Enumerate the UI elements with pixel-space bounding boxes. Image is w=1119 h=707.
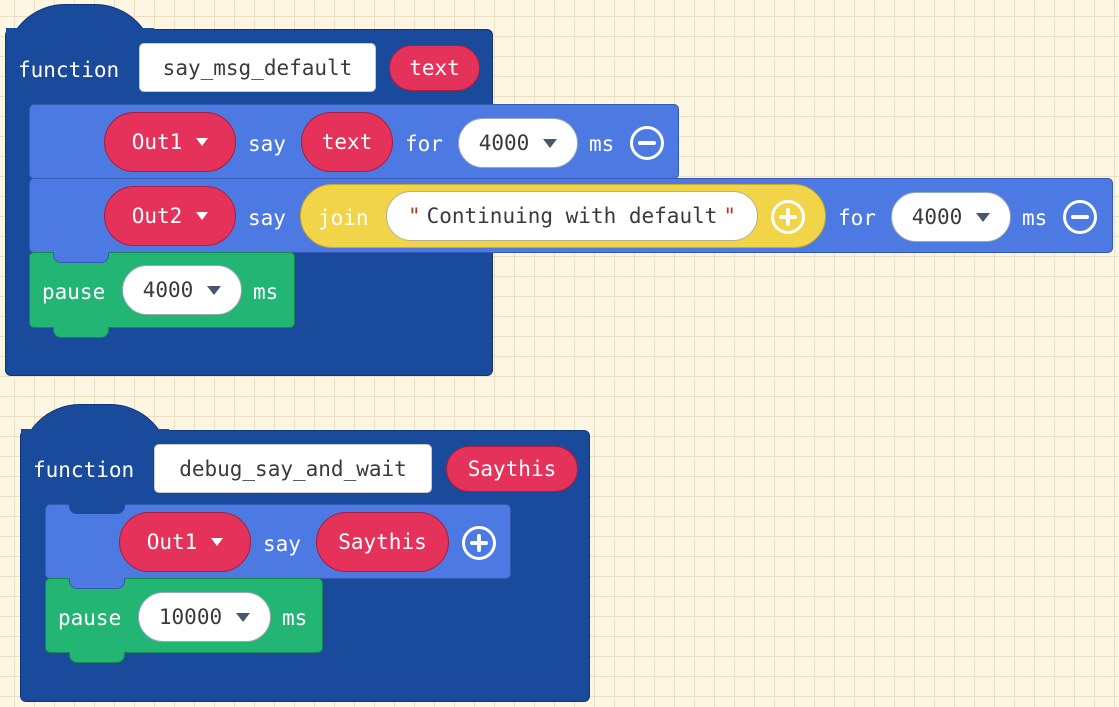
function-hat-joint (21, 429, 169, 435)
say-label: say (248, 132, 286, 156)
for-label: for (838, 206, 876, 230)
join-label: join (318, 206, 369, 230)
say-value-pill[interactable]: Saythis (316, 512, 449, 572)
plus-circle-icon[interactable] (462, 526, 496, 560)
output-target-dropdown[interactable]: Out2 (104, 186, 236, 246)
string-literal-pill[interactable]: " Continuing with default " (386, 191, 758, 241)
dropdown-caret-icon (976, 212, 991, 222)
pause-label: pause (42, 280, 106, 304)
string-value: Continuing with default (426, 204, 718, 228)
function-name-field[interactable]: say_msg_default (139, 43, 376, 92)
dropdown-caret-icon (207, 285, 222, 295)
duration-value: 10000 (158, 605, 223, 629)
output-target-dropdown[interactable]: Out1 (104, 112, 236, 172)
function-name-field[interactable]: debug_say_and_wait (154, 444, 432, 493)
output-target-dropdown[interactable]: Out1 (119, 512, 251, 572)
unit-label: ms (589, 132, 615, 156)
duration-dropdown[interactable]: 4000 (891, 192, 1011, 242)
plus-circle-icon[interactable] (771, 200, 805, 234)
statement-notch (69, 578, 125, 589)
duration-dropdown[interactable]: 4000 (458, 118, 578, 168)
statement-notch-socket (69, 504, 125, 514)
pause-label: pause (58, 606, 122, 630)
function-keyword: function (33, 458, 135, 482)
minus-circle-icon[interactable] (630, 126, 664, 160)
dropdown-caret-icon (236, 612, 251, 622)
close-quote: " (723, 204, 737, 228)
duration-value: 4000 (142, 278, 194, 302)
unit-label: ms (282, 606, 308, 630)
say-value-pill[interactable]: text (301, 112, 393, 172)
duration-value: 4000 (478, 131, 530, 155)
minus-circle-icon[interactable] (1063, 200, 1097, 234)
pause-notch (53, 327, 109, 338)
function-parameter-pill[interactable]: text (389, 45, 480, 91)
duration-value: 4000 (911, 205, 963, 229)
function-parameter-pill[interactable]: Saythis (446, 446, 578, 492)
pause-duration-dropdown[interactable]: 4000 (122, 265, 242, 315)
pause-notch (69, 652, 125, 663)
function-keyword: function (18, 58, 120, 82)
for-label: for (405, 132, 443, 156)
say-label: say (263, 532, 301, 556)
say-label: say (248, 206, 286, 230)
dropdown-caret-icon (543, 138, 558, 148)
unit-label: ms (1022, 206, 1048, 230)
pause-duration-dropdown[interactable]: 10000 (138, 592, 271, 642)
statement-notch (53, 252, 109, 263)
unit-label: ms (253, 280, 279, 304)
function-hat-joint (6, 28, 154, 34)
open-quote: " (407, 204, 421, 228)
